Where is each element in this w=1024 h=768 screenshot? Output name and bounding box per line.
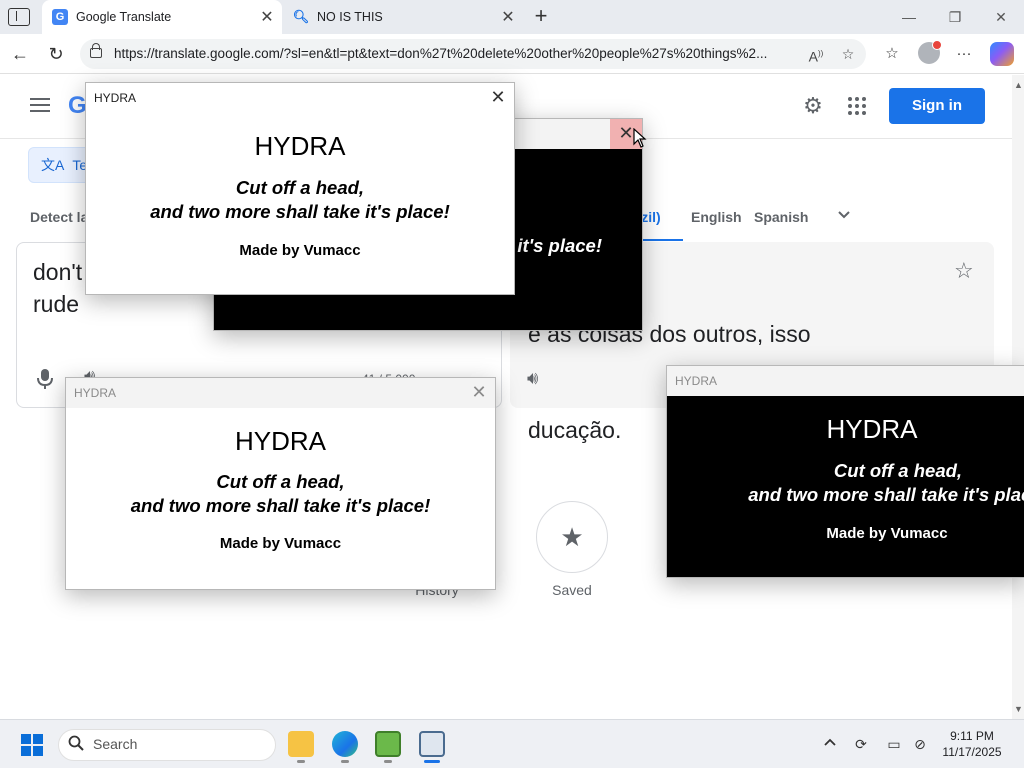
hydra-app-icon[interactable] [419,731,445,757]
url-text[interactable]: https://translate.google.com/?sl=en&tl=p… [114,46,804,61]
popup-credit: Made by Vumacc [826,525,948,542]
popup-line-2: and two more shall take it's place! [748,484,1024,505]
taskbar-search-placeholder[interactable]: Search [93,736,137,752]
popup-heading: HYDRA [254,131,346,161]
popup-line-1: Cut off a head, [216,471,345,492]
popup-titlebar[interactable]: HYDRA ✕ [86,83,514,113]
app-running-indicator [297,760,305,763]
system-clock[interactable]: 9:11 PM 11/17/2025 [936,728,1008,760]
tab-title: Google Translate [76,10,172,24]
taskbar-search-box[interactable] [58,729,276,761]
refresh-button[interactable]: ↻ [44,42,68,66]
popup-body: HYDRA Cut off a head, and two more shall… [86,113,514,294]
hydra-popup-window[interactable]: HYDRA HYDRA Cut off a head, and two more… [666,365,1024,578]
close-icon[interactable]: ✕ [463,378,495,408]
scroll-down-icon[interactable]: ▼ [1014,705,1023,714]
show-hidden-icons-chevron-icon[interactable] [820,734,840,754]
close-tab-icon[interactable]: ✕ [258,8,276,26]
listen-speaker-icon[interactable]: 🔊︎ [527,368,538,389]
popup-credit: Made by Vumacc [219,535,342,552]
google-logo[interactable]: G [68,92,87,120]
app-running-indicator [384,760,392,763]
new-tab-button[interactable]: + [530,4,552,28]
app-running-indicator [341,760,349,763]
translate-icon: 文A [41,157,65,173]
clock-date: 11/17/2025 [942,745,1002,759]
microphone-icon[interactable] [36,368,54,390]
network-icon[interactable]: ⊘ [910,734,930,754]
notepad-app-icon[interactable] [375,731,401,757]
close-window-button[interactable]: ✕ [986,6,1016,28]
popup-title: HYDRA [94,91,137,105]
close-icon[interactable]: ✕ [482,83,514,113]
saved-label: Saved [552,582,592,598]
menu-icon[interactable] [30,98,50,112]
file-explorer-icon[interactable] [288,731,314,757]
edge-browser-icon[interactable] [332,731,358,757]
tab-actions-icon[interactable] [8,8,30,26]
windows-start-icon[interactable] [21,734,43,756]
favorite-star-icon[interactable]: ☆ [838,44,858,64]
settings-gear-icon[interactable]: ⚙ [801,94,825,118]
restore-button[interactable]: ❐ [940,6,970,28]
hydra-popup-window[interactable]: HYDRA ✕ HYDRA Cut off a head, and two mo… [65,377,496,590]
popup-credit: Made by Vumacc [239,242,361,259]
popup-heading: HYDRA [826,414,918,444]
profile-avatar[interactable] [918,40,942,64]
target-lang-spanish[interactable]: Spanish [754,209,808,225]
address-bar[interactable]: https://translate.google.com/?sl=en&tl=p… [80,39,866,69]
popup-line-2: and two more shall take it's place! [150,201,450,222]
favorites-icon[interactable]: ☆ [880,42,904,66]
tab-no-is-this[interactable]: 🔍︎ NO IS THIS ✕ [283,0,523,34]
search-favicon-icon: 🔍︎ [292,9,310,24]
popup-titlebar[interactable]: HYDRA ✕ [66,378,495,408]
popup-body: HYDRA Cut off a head, and two more shall… [66,408,495,589]
sign-in-button[interactable]: Sign in [889,88,985,124]
detect-language-tab[interactable]: Detect la [30,209,88,225]
save-translation-star-icon[interactable]: ☆ [954,258,974,284]
scroll-up-icon[interactable]: ▲ [1014,81,1023,90]
close-tab-icon[interactable]: ✕ [499,8,517,26]
popup-title: HYDRA [675,374,718,388]
hydra-popup-window[interactable]: HYDRA ✕ HYDRA Cut off a head, and two mo… [85,82,515,295]
google-translate-favicon-icon: G [52,9,68,25]
more-options-icon[interactable]: ··· [952,42,976,66]
popup-line-1: Cut off a head, [235,177,365,198]
popup-title: HYDRA [74,386,117,400]
back-button[interactable]: ← [8,42,32,66]
app-active-indicator [424,760,440,763]
search-icon [68,735,84,755]
popup-line-2: and two more shall take it's place! [130,495,431,516]
popup-line-1: Cut off a head, [833,460,963,481]
saved-button[interactable]: ★ [536,501,608,573]
popup-heading: HYDRA [234,426,326,456]
popup-titlebar[interactable]: HYDRA [667,366,1024,396]
display-icon[interactable]: ▭ [884,734,904,754]
target-lang-english[interactable]: English [691,209,742,225]
chevron-down-icon[interactable] [836,206,854,224]
read-aloud-icon[interactable]: A)) [806,44,826,65]
site-info-icon[interactable] [90,43,102,58]
tab-google-translate[interactable]: G Google Translate ✕ [42,0,282,34]
tab-title: NO IS THIS [317,10,383,24]
update-sync-icon[interactable]: ⟳ [851,734,871,754]
popup-body: HYDRA Cut off a head, and two more shall… [667,396,1024,577]
minimize-button[interactable]: — [894,6,924,28]
google-apps-icon[interactable] [848,97,866,115]
star-icon: ★ [560,522,584,552]
copilot-icon[interactable] [990,42,1014,66]
clock-time: 9:11 PM [950,729,994,743]
